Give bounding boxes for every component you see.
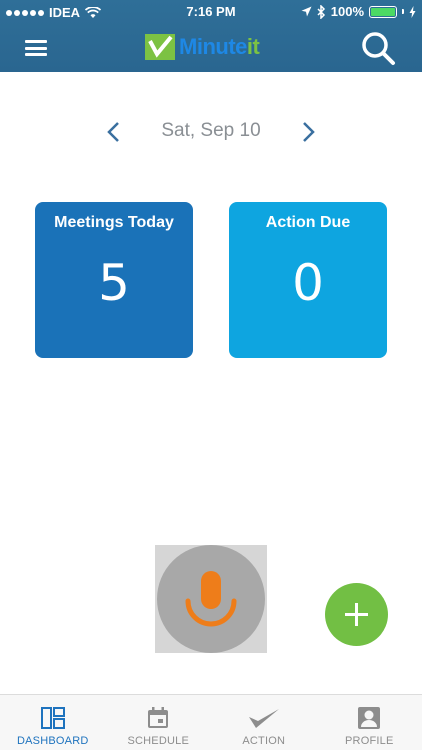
action-due-title: Action Due: [265, 214, 351, 231]
location-icon: [301, 6, 312, 17]
add-button[interactable]: [325, 583, 388, 646]
microphone-icon: [185, 571, 237, 627]
tab-schedule[interactable]: SCHEDULE: [106, 695, 212, 750]
meetings-today-count: 5: [98, 254, 130, 312]
date-selector: Sat, Sep 10: [0, 112, 422, 152]
battery-icon: [369, 5, 397, 18]
tab-action-label: ACTION: [242, 735, 286, 747]
tab-profile[interactable]: PROFILE: [317, 695, 422, 750]
battery-tip: [402, 9, 404, 14]
meetings-today-title: Meetings Today: [54, 214, 174, 231]
tab-bar: DASHBOARD SCHEDULE ACTION PROFILE: [0, 694, 422, 750]
tab-dashboard-label: DASHBOARD: [17, 735, 89, 747]
checkmark-icon: [248, 709, 279, 728]
action-due-card[interactable]: Action Due 0: [229, 202, 387, 358]
menu-icon[interactable]: [25, 40, 47, 56]
voice-record-button[interactable]: [155, 545, 267, 653]
battery-percent: 100%: [330, 4, 364, 19]
search-icon[interactable]: [360, 30, 396, 66]
top-bar: IDEA 7:16 PM 100% Minuteit: [0, 0, 422, 72]
nav-bar: Minuteit: [0, 24, 422, 72]
charging-icon: [409, 5, 416, 18]
status-right: 100%: [301, 4, 416, 19]
meetings-today-card[interactable]: Meetings Today 5: [35, 202, 193, 358]
plus-icon: [345, 603, 368, 626]
mic-circle: [157, 545, 265, 653]
app-logo: Minuteit: [145, 34, 260, 60]
dashboard-icon: [40, 707, 65, 729]
current-date: Sat, Sep 10: [161, 120, 261, 141]
tab-profile-label: PROFILE: [345, 735, 394, 747]
action-due-count: 0: [292, 254, 324, 312]
tab-action[interactable]: ACTION: [211, 695, 317, 750]
tab-schedule-label: SCHEDULE: [127, 735, 189, 747]
bluetooth-icon: [317, 4, 325, 19]
chevron-right-icon[interactable]: [294, 118, 322, 146]
tab-dashboard[interactable]: DASHBOARD: [0, 695, 106, 750]
logo-check-icon: [145, 34, 175, 60]
logo-text: Minuteit: [179, 34, 260, 59]
calendar-icon: [148, 707, 169, 728]
profile-icon: [358, 707, 381, 729]
status-bar: IDEA 7:16 PM 100%: [0, 0, 422, 24]
